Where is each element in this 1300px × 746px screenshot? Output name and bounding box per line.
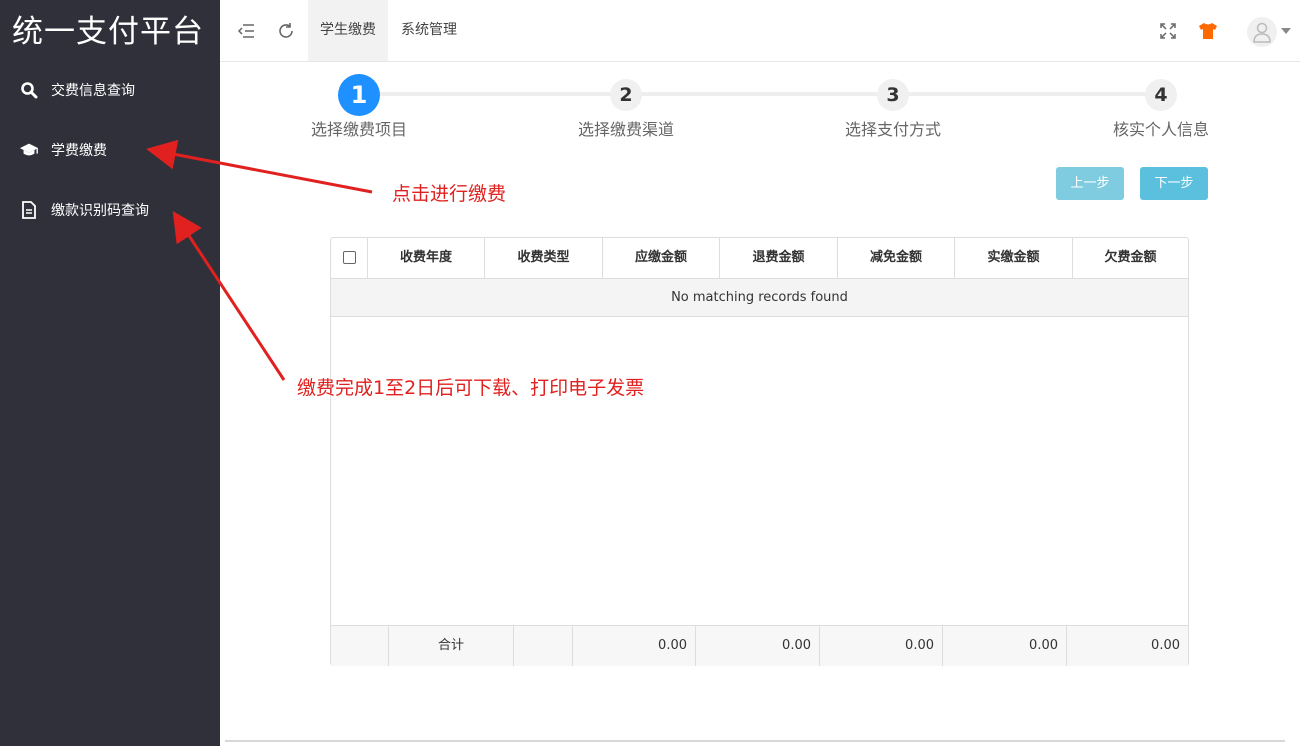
step-number: 1 [338,74,380,116]
column-header[interactable]: 退费金额 [720,238,838,278]
step-number: 2 [610,79,642,111]
sidebar: 统一支付平台 交费信息查询 学费缴费 缴款识别码查询 [0,0,220,746]
user-avatar-icon[interactable] [1247,17,1277,47]
refresh-icon[interactable] [275,20,297,42]
footer-total-label: 合计 [389,626,514,666]
column-header[interactable]: 减免金额 [838,238,955,278]
theme-shirt-icon[interactable] [1197,20,1219,42]
sidebar-item-label: 缴款识别码查询 [51,203,149,219]
fee-table: 收费年度 收费类型 应缴金额 退费金额 减免金额 实缴金额 欠费金额 No ma… [330,237,1189,666]
bottom-divider [225,740,1285,742]
footer-cell [514,626,573,666]
step-label: 选择缴费项目 [310,120,407,139]
footer-cell [331,626,389,666]
search-icon [19,80,39,100]
column-header[interactable]: 应缴金额 [603,238,720,278]
sidebar-item-tuition-payment[interactable]: 学费缴费 [0,135,220,165]
steps-progress-line [359,92,1161,96]
prev-step-button[interactable]: 上一步 [1056,167,1124,200]
footer-total-value: 0.00 [1151,638,1180,653]
step-4[interactable]: 4 核实个人信息 [1101,79,1221,140]
step-1[interactable]: 1 选择缴费项目 [299,74,419,140]
top-bar: 学生缴费 系统管理 [220,0,1300,62]
step-label: 选择支付方式 [844,120,941,139]
fullscreen-icon[interactable] [1157,20,1179,42]
step-label: 选择缴费渠道 [577,120,674,139]
table-header: 收费年度 收费类型 应缴金额 退费金额 减免金额 实缴金额 欠费金额 [331,238,1188,279]
step-2[interactable]: 2 选择缴费渠道 [566,79,686,140]
select-all-checkbox[interactable] [342,251,356,264]
select-all-cell [331,238,368,278]
document-icon [19,200,39,220]
sidebar-item-label: 交费信息查询 [51,83,135,99]
next-step-button[interactable]: 下一步 [1140,167,1208,200]
column-header[interactable]: 实缴金额 [955,238,1073,278]
step-number: 3 [877,79,909,111]
sidebar-item-code-query[interactable]: 缴款识别码查询 [0,195,220,225]
footer-total-value: 0.00 [573,626,696,666]
step-number: 4 [1145,79,1177,111]
step-label: 核实个人信息 [1112,120,1209,139]
annotation-click-pay: 点击进行缴费 [392,183,507,205]
annotation-invoice-note: 缴费完成1至2日后可下载、打印电子发票 [297,377,645,399]
empty-message: No matching records found [331,279,1188,317]
column-header[interactable]: 收费年度 [368,238,485,278]
table-footer: 合计 0.00 0.00 0.00 0.00 0.00 [331,625,1188,666]
menu-collapse-icon[interactable] [235,20,257,42]
brand-title: 统一支付平台 [12,14,204,50]
footer-total-value: 0.00 [943,626,1067,666]
graduation-cap-icon [19,140,39,160]
footer-total-value: 0.00 [696,626,820,666]
sidebar-item-label: 学费缴费 [51,143,107,159]
tab-system-management[interactable]: 系统管理 [401,0,461,61]
footer-total-value: 0.00 [820,626,943,666]
tab-student-payment[interactable]: 学生缴费 [308,0,388,61]
sidebar-item-fee-query[interactable]: 交费信息查询 [0,75,220,105]
chevron-down-icon[interactable] [1280,22,1292,40]
step-3[interactable]: 3 选择支付方式 [833,79,953,140]
column-header[interactable]: 欠费金额 [1073,238,1188,278]
column-header[interactable]: 收费类型 [485,238,603,278]
